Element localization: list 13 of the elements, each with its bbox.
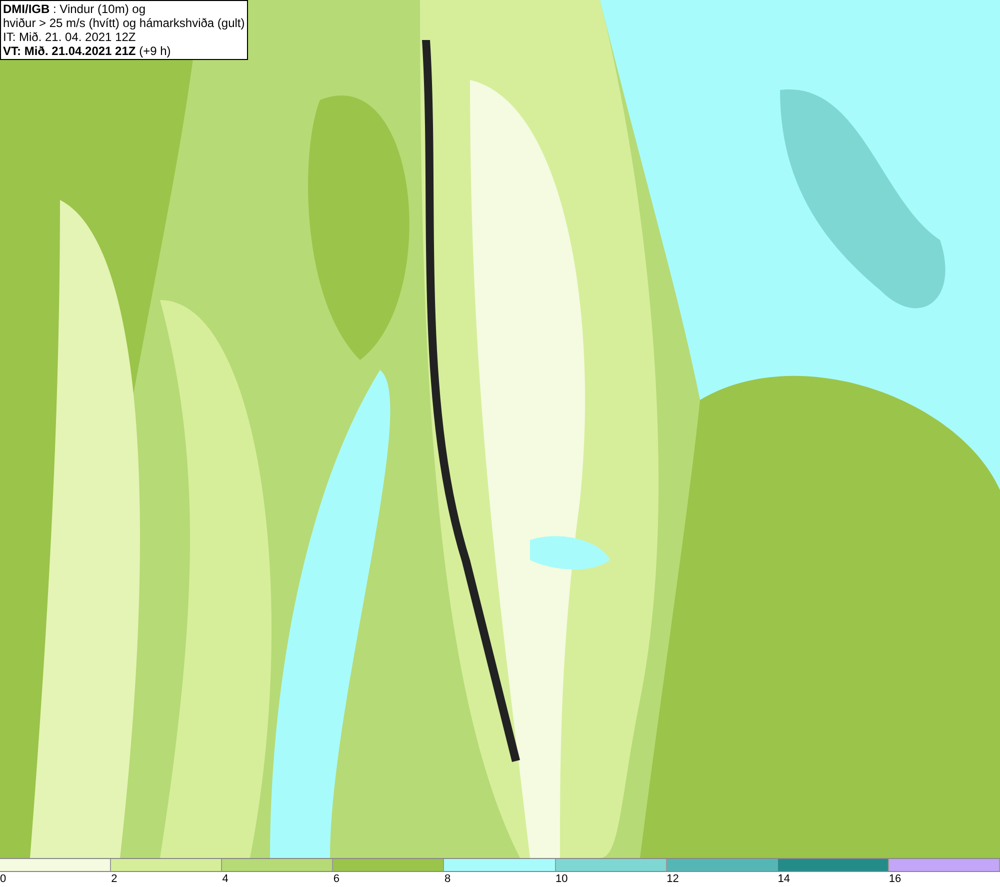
info-text: hviður > 25 m/s (hvítt) og hámarkshviða (gult) xyxy=(3,16,245,30)
scale-label: 12 xyxy=(666,872,679,886)
scale-label: 4 xyxy=(222,872,228,886)
scale-label: 10 xyxy=(556,872,568,886)
scale-label: 16 xyxy=(888,872,902,886)
scale-label: 6 xyxy=(333,872,340,886)
info-text: VT: Mið. 21.04.2021 21Z (+9 h) xyxy=(3,44,172,58)
scale-label: 8 xyxy=(444,872,451,886)
scale-label: 2 xyxy=(111,872,118,886)
scale-label: 0 xyxy=(0,872,6,886)
info-text: DMI/IGB : Vindur (10m) og xyxy=(3,2,146,16)
info-text: IT: Mið. 21. 04. 2021 12Z xyxy=(3,30,137,44)
scale-label: 14 xyxy=(778,872,790,886)
